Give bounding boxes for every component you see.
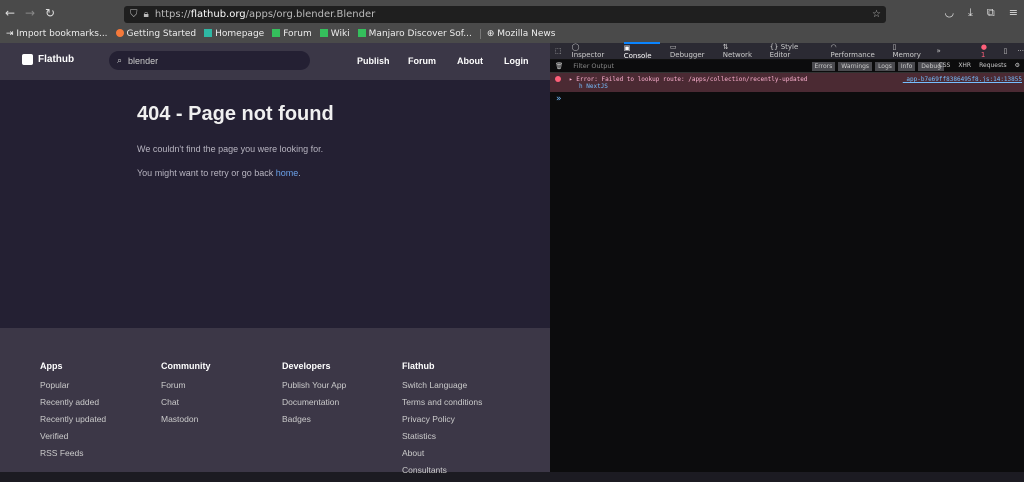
bookmark-star-icon[interactable]: ☆ — [872, 9, 881, 20]
filter-input[interactable]: Filter Output — [573, 62, 614, 70]
bookmark-forum[interactable]: Forum — [272, 29, 312, 39]
error-source-link[interactable]: _app-b7e69ff8386495f8.js:14:13855 — [903, 76, 1022, 83]
console-input[interactable]: » — [550, 92, 1024, 106]
shield-icon: ⛉ — [130, 9, 138, 20]
more-icon[interactable]: ··· — [1017, 47, 1024, 55]
footer-link[interactable]: About — [402, 448, 482, 465]
footer-developers: Developers Publish Your App Documentation… — [282, 361, 346, 431]
settings-icon[interactable]: ⚙ — [1015, 62, 1020, 69]
bookmark-mozilla-news[interactable]: ⊕ Mozilla News — [479, 29, 555, 39]
bookmarks-bar: ⇥ Import bookmarks... Getting Started Ho… — [0, 25, 1024, 43]
download-icon[interactable]: ⤓ — [968, 6, 973, 20]
retry-message: You might want to retry or go back home. — [137, 168, 301, 178]
site-footer: Apps Popular Recently added Recently updat… — [0, 328, 550, 475]
filter-css[interactable]: CSS — [939, 62, 951, 69]
nav-about[interactable]: About — [457, 56, 483, 66]
filter-logs[interactable]: Logs — [875, 62, 895, 71]
tab-console[interactable]: ▣ Console — [623, 42, 660, 60]
nav-publish[interactable]: Publish — [357, 56, 390, 66]
search-icon: ⌕ — [117, 55, 123, 65]
tab-style-editor[interactable]: {} Style Editor — [770, 43, 821, 59]
footer-link[interactable]: Mastodon — [161, 414, 211, 431]
extensions-icon[interactable]: ⧉ — [987, 6, 995, 20]
footer-apps: Apps Popular Recently added Recently updat… — [40, 361, 106, 465]
browser-toolbar: ← → ↻ ⛉ 🔒︎ https://flathub.org/apps/org.b… — [0, 0, 1024, 25]
forward-icon[interactable]: → — [20, 6, 40, 20]
url-prefix: https:// — [154, 9, 191, 20]
trash-icon[interactable]: 🗑︎ — [555, 62, 563, 70]
footer-flathub: Flathub Switch Language Terms and conditi… — [402, 361, 482, 482]
nav-forum[interactable]: Forum — [408, 56, 436, 66]
console-error-row[interactable]: ▸ Error: Failed to lookup route: /apps/c… — [550, 73, 1024, 92]
site-header: Flathub ⌕ blender Publish Forum About Log… — [0, 43, 550, 80]
url-host: flathub.org — [190, 9, 246, 20]
bookmark-getting-started[interactable]: Getting Started — [115, 29, 196, 39]
lock-icon: 🔒︎ — [143, 9, 149, 20]
filter-errors[interactable]: Errors — [811, 62, 836, 71]
filter-xhr[interactable]: XHR — [958, 62, 971, 69]
error-message: Error: Failed to lookup route: /apps/col… — [576, 76, 808, 83]
footer-community: Community Forum Chat Mastodon — [161, 361, 211, 431]
back-icon[interactable]: ← — [0, 6, 20, 20]
error-stack[interactable]: NextJS — [586, 83, 608, 90]
tab-memory[interactable]: ▯ Memory — [892, 43, 926, 59]
footer-link[interactable]: Switch Language — [402, 380, 482, 397]
footer-link[interactable]: Terms and conditions — [402, 397, 482, 414]
footer-link[interactable]: Statistics — [402, 431, 482, 448]
error-count-badge[interactable]: ● 1 — [981, 43, 994, 59]
dock-icon[interactable]: ▯ — [1003, 47, 1007, 55]
footer-link[interactable]: Forum — [161, 380, 211, 397]
footer-link[interactable]: Consultants — [402, 465, 482, 482]
search-input[interactable]: ⌕ blender — [109, 51, 310, 70]
devtools-tabs: ⬚ ◯ Inspector ▣ Console ▭ Debugger ⇅ Net… — [550, 42, 1024, 60]
footer-link[interactable]: Privacy Policy — [402, 414, 482, 431]
devtools-panel: ⬚ ◯ Inspector ▣ Console ▭ Debugger ⇅ Net… — [550, 42, 1024, 472]
tab-inspector[interactable]: ◯ Inspector — [572, 43, 614, 59]
home-link[interactable]: home — [276, 168, 299, 178]
url-path: /apps/org.blender.Blender — [245, 9, 376, 20]
menu-icon[interactable]: ≡ — [1009, 6, 1018, 20]
tab-performance[interactable]: ◠ Performance — [831, 43, 883, 59]
tab-debugger[interactable]: ▭ Debugger — [670, 43, 713, 59]
nav-login[interactable]: Login — [504, 56, 529, 66]
pocket-icon[interactable]: ◡ — [944, 6, 954, 20]
footer-link[interactable]: Verified — [40, 431, 106, 448]
footer-link[interactable]: Popular — [40, 380, 106, 397]
footer-link[interactable]: Chat — [161, 397, 211, 414]
flathub-logo-icon — [22, 54, 33, 65]
console-filter-bar: 🗑︎ Filter Output Errors Warnings Logs Info D… — [550, 60, 1024, 73]
more-tabs-icon[interactable]: » — [937, 47, 941, 55]
bookmark-manjaro[interactable]: Manjaro Discover Sof... — [357, 29, 472, 39]
filter-requests[interactable]: Requests — [979, 62, 1007, 69]
bookmark-import[interactable]: ⇥ Import bookmarks... — [6, 29, 108, 39]
page-title: 404 - Page not found — [137, 103, 334, 125]
filter-warnings[interactable]: Warnings — [838, 62, 873, 71]
footer-link[interactable]: Publish Your App — [282, 380, 346, 397]
footer-link[interactable]: Recently added — [40, 397, 106, 414]
footer-link[interactable]: RSS Feeds — [40, 448, 106, 465]
flathub-page: Flathub ⌕ blender Publish Forum About Log… — [0, 43, 550, 475]
picker-icon[interactable]: ⬚ — [555, 47, 562, 55]
reload-icon[interactable]: ↻ — [40, 6, 60, 20]
footer-link[interactable]: Recently updated — [40, 414, 106, 431]
error-icon — [555, 76, 561, 82]
error-message: We couldn't find the page you were looki… — [137, 144, 324, 154]
filter-info[interactable]: Info — [897, 62, 916, 71]
bookmark-wiki[interactable]: Wiki — [319, 29, 350, 39]
tab-network[interactable]: ⇅ Network — [723, 43, 760, 59]
footer-link[interactable]: Documentation — [282, 397, 346, 414]
flathub-logo[interactable]: Flathub — [22, 54, 74, 65]
url-bar[interactable]: ⛉ 🔒︎ https://flathub.org/apps/org.blender… — [124, 6, 886, 23]
footer-link[interactable]: Badges — [282, 414, 346, 431]
bookmark-homepage[interactable]: Homepage — [204, 29, 264, 39]
